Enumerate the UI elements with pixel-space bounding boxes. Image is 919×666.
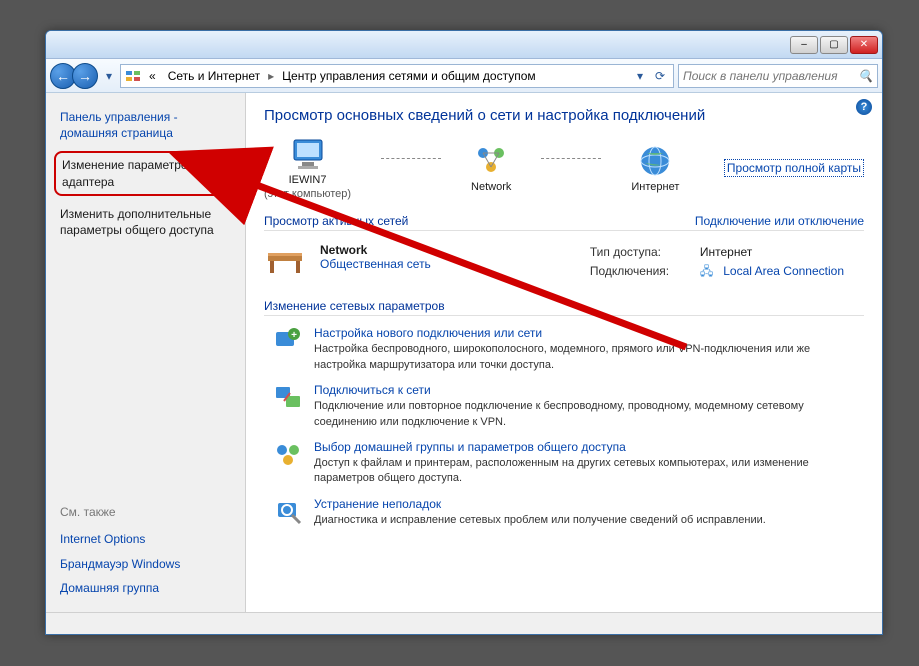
map-pc-sublabel: (этот компьютер) [264, 188, 351, 200]
search-box[interactable]: 🔍 [678, 64, 878, 88]
network-icon [471, 143, 511, 179]
sidebar-adapter-link[interactable]: Изменение параметров адаптера [62, 157, 229, 189]
statusbar [46, 612, 882, 634]
network-settings-heading: Изменение сетевых параметров [264, 299, 864, 316]
forward-button[interactable]: → [72, 63, 98, 89]
network-map: IEWIN7 (этот компьютер) Network Интернет [264, 136, 864, 200]
breadcrumb-network[interactable]: Сеть и Интернет [164, 67, 264, 85]
full-map-link[interactable]: Просмотр полной карты [724, 159, 864, 177]
recent-dropdown-icon[interactable]: ▾ [102, 66, 116, 86]
map-node-network: Network [471, 143, 511, 193]
setting-connect-network-link[interactable]: Подключиться к сети [314, 383, 864, 397]
network-name: Network [320, 243, 431, 257]
network-row: Network Общественная сеть Тип доступа: И… [264, 239, 864, 285]
setting-connect-network-desc: Подключение или повторное подключение к … [314, 399, 864, 430]
setting-troubleshoot-link[interactable]: Устранение неполадок [314, 497, 766, 511]
map-connector [381, 158, 441, 159]
sidebar-internet-options[interactable]: Internet Options [46, 527, 245, 551]
setting-homegroup: Выбор домашней группы и параметров общег… [274, 440, 864, 487]
search-icon: 🔍 [858, 69, 873, 83]
help-icon[interactable]: ? [856, 99, 872, 115]
connect-network-icon [274, 383, 302, 411]
homegroup-icon [274, 440, 302, 468]
setting-homegroup-link[interactable]: Выбор домашней группы и параметров общег… [314, 440, 864, 454]
new-connection-icon: + [274, 326, 302, 354]
main-panel: ? Просмотр основных сведений о сети и на… [246, 93, 882, 612]
troubleshoot-icon [274, 497, 302, 525]
navbar: ← → ▾ « Сеть и Интернет ▸ Центр управлен… [46, 59, 882, 93]
close-button[interactable]: ✕ [850, 36, 878, 54]
breadcrumb-sep-icon: ▸ [268, 69, 274, 83]
breadcrumb-root[interactable]: « [145, 67, 160, 85]
address-bar[interactable]: « Сеть и Интернет ▸ Центр управления сет… [120, 64, 674, 88]
page-title: Просмотр основных сведений о сети и наст… [264, 107, 864, 124]
map-internet-label: Интернет [631, 181, 679, 193]
bench-icon [264, 243, 306, 279]
see-also-heading: См. также [46, 501, 245, 527]
breadcrumb-sharing-center[interactable]: Центр управления сетями и общим доступом [278, 67, 540, 85]
sidebar-home-link[interactable]: Панель управления - домашняя страница [46, 105, 245, 145]
ethernet-icon: 🖧 [700, 262, 713, 281]
minimize-button[interactable]: – [790, 36, 818, 54]
sidebar: Панель управления - домашняя страница Из… [46, 93, 246, 612]
map-net-label: Network [471, 181, 511, 193]
setting-new-connection-link[interactable]: Настройка нового подключения или сети [314, 326, 864, 340]
map-connector [541, 158, 601, 159]
search-input[interactable] [683, 69, 858, 83]
address-dropdown-icon[interactable]: ▾ [631, 67, 649, 85]
window-frame: – ▢ ✕ ← → ▾ « Сеть и Интернет ▸ Центр уп… [45, 30, 883, 635]
setting-connect-network: Подключиться к сети Подключение или повт… [274, 383, 864, 430]
connections-label: Подключения: [590, 262, 690, 281]
maximize-button[interactable]: ▢ [820, 36, 848, 54]
setting-troubleshoot-desc: Диагностика и исправление сетевых пробле… [314, 513, 766, 528]
network-settings-label: Изменение сетевых параметров [264, 299, 445, 313]
sidebar-firewall[interactable]: Брандмауэр Windows [46, 552, 245, 576]
refresh-button[interactable]: ⟳ [651, 67, 669, 85]
network-type-link[interactable]: Общественная сеть [320, 257, 431, 271]
connection-link[interactable]: Local Area Connection [723, 262, 844, 281]
map-node-computer: IEWIN7 (этот компьютер) [264, 136, 351, 200]
active-networks-label: Просмотр активных сетей [264, 214, 408, 228]
map-pc-label: IEWIN7 [289, 174, 327, 186]
svg-text:+: + [291, 330, 297, 341]
active-networks-heading: Просмотр активных сетей Подключение или … [264, 214, 864, 231]
setting-homegroup-desc: Доступ к файлам и принтерам, расположенн… [314, 456, 864, 487]
titlebar: – ▢ ✕ [46, 31, 882, 59]
sidebar-sharing-link[interactable]: Изменить дополнительные параметры общего… [46, 202, 245, 242]
setting-new-connection-desc: Настройка беспроводного, широкополосного… [314, 342, 864, 373]
annotation-highlight: Изменение параметров адаптера [54, 151, 237, 195]
setting-troubleshoot: Устранение неполадок Диагностика и испра… [274, 497, 864, 528]
setting-new-connection: + Настройка нового подключения или сети … [274, 326, 864, 373]
access-type-label: Тип доступа: [590, 243, 690, 262]
connect-disconnect-link[interactable]: Подключение или отключение [695, 214, 864, 228]
map-node-internet: Интернет [631, 143, 679, 193]
globe-icon [635, 143, 675, 179]
computer-icon [288, 136, 328, 172]
access-type-value: Интернет [700, 243, 752, 262]
control-panel-icon [125, 68, 141, 84]
sidebar-homegroup[interactable]: Домашняя группа [46, 576, 245, 600]
